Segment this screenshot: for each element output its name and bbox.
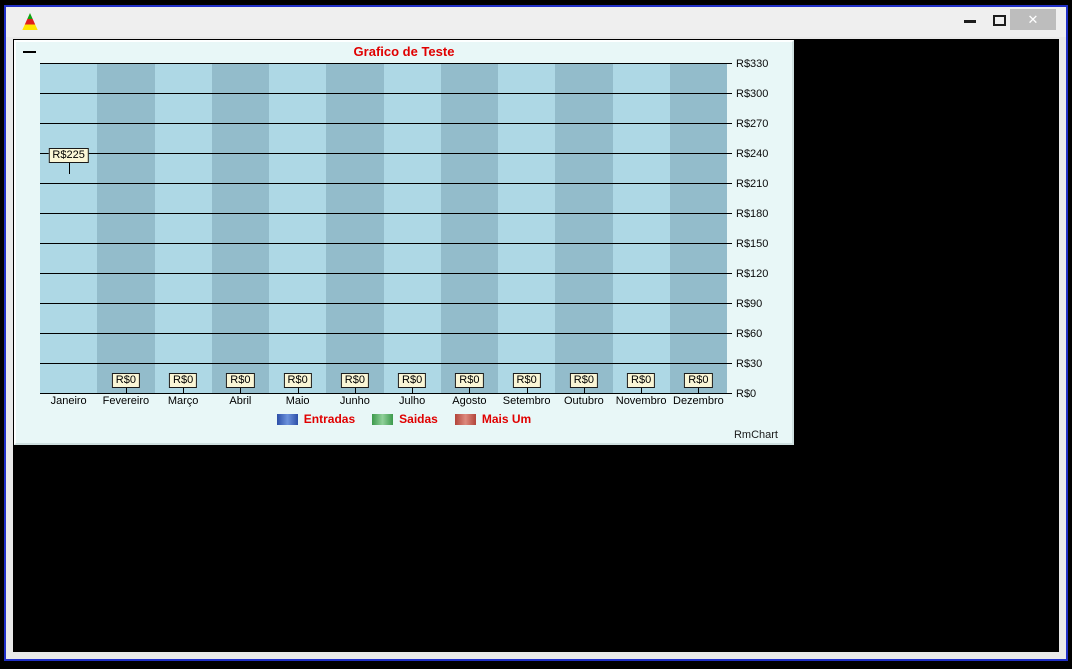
gridline	[40, 393, 732, 394]
value-label-stem	[583, 388, 585, 393]
value-label: R$0	[684, 373, 713, 388]
y-tick-label: R$0	[736, 387, 757, 400]
value-label-stem	[698, 388, 700, 393]
plot-column	[612, 63, 670, 393]
chart-legend: Entradas Saidas Mais Um	[16, 412, 792, 426]
y-tick-label: R$30	[736, 357, 763, 370]
y-tick-label: R$90	[736, 297, 763, 310]
app-window: ✕ Grafico de Teste R$330 R$300 R$270 R$240 R…	[4, 5, 1068, 661]
maximize-button[interactable]	[993, 15, 1006, 26]
value-label-stem	[354, 388, 356, 393]
value-label-stem	[68, 163, 70, 174]
chart-panel: Grafico de Teste R$330 R$300 R$270 R$240 R$2…	[14, 40, 794, 445]
month-label: Julho	[398, 395, 426, 407]
plot-column	[498, 63, 556, 393]
value-label-stem	[526, 388, 528, 393]
value-label: R$0	[340, 373, 369, 388]
gridline	[40, 63, 732, 64]
legend-swatch-icon	[276, 413, 298, 425]
gridline	[40, 273, 732, 274]
plot-column	[326, 63, 384, 393]
y-tick-label: R$210	[736, 177, 769, 190]
value-label-stem	[641, 388, 643, 393]
month-label: Novembro	[615, 395, 667, 407]
month-label: Dezembro	[673, 395, 724, 407]
month-label: Janeiro	[50, 395, 87, 407]
value-label: R$0	[169, 373, 198, 388]
value-label: R$0	[455, 373, 484, 388]
value-label: R$0	[226, 373, 255, 388]
legend-item: Entradas	[276, 412, 356, 426]
rmchart-triangle-icon	[22, 13, 38, 30]
month-label: Maio	[285, 395, 310, 407]
value-label: R$0	[569, 373, 598, 388]
gridline	[40, 363, 732, 364]
plot-column	[555, 63, 613, 393]
legend-label: Saidas	[399, 412, 438, 426]
title-bar[interactable]: ✕	[6, 7, 1066, 37]
gridline	[40, 93, 732, 94]
minimize-button[interactable]	[964, 20, 976, 23]
value-label-stem	[297, 388, 299, 393]
plot-column	[40, 63, 98, 393]
close-button[interactable]: ✕	[1010, 9, 1056, 30]
value-label: R$0	[627, 373, 656, 388]
plot-column	[669, 63, 727, 393]
month-label: Agosto	[452, 395, 487, 407]
client-area: Grafico de Teste R$330 R$300 R$270 R$240 R$2…	[13, 39, 1059, 652]
legend-swatch-icon	[454, 413, 476, 425]
value-label-stem	[240, 388, 242, 393]
watermark-label: RmChart	[733, 429, 778, 441]
value-label: R$0	[398, 373, 427, 388]
legend-label: Entradas	[303, 412, 356, 426]
y-tick-label: R$180	[736, 207, 769, 220]
month-label: Abril	[229, 395, 252, 407]
legend-label: Mais Um	[481, 412, 532, 426]
plot-column	[440, 63, 498, 393]
gridline	[40, 333, 732, 334]
y-tick-label: R$60	[736, 327, 763, 340]
value-label: R$0	[111, 373, 140, 388]
value-label: R$0	[283, 373, 312, 388]
value-label-stem	[469, 388, 471, 393]
chart-title: Grafico de Teste	[353, 44, 455, 59]
month-label: Setembro	[502, 395, 551, 407]
y-tick-label: R$240	[736, 147, 769, 160]
plot-column	[97, 63, 155, 393]
month-label: Outubro	[564, 395, 604, 407]
gridline	[40, 183, 732, 184]
legend-swatch-icon	[372, 413, 394, 425]
month-label: Junho	[339, 395, 370, 407]
value-label: R$0	[512, 373, 541, 388]
gridline	[40, 213, 732, 214]
legend-item: Mais Um	[454, 412, 532, 426]
plot-column	[269, 63, 327, 393]
y-tick-label: R$330	[736, 57, 769, 70]
y-tick-label: R$150	[736, 237, 769, 250]
plot-column	[383, 63, 441, 393]
gridline	[40, 123, 732, 124]
gridline	[40, 153, 732, 154]
legend-item: Saidas	[372, 412, 438, 426]
y-tick-label: R$270	[736, 117, 769, 130]
value-label: R$225	[48, 148, 89, 163]
plot-column	[211, 63, 269, 393]
gridline	[40, 303, 732, 304]
y-tick-label: R$120	[736, 267, 769, 280]
month-label: Fevereiro	[102, 395, 150, 407]
value-label-stem	[125, 388, 127, 393]
value-label-stem	[183, 388, 185, 393]
y-tick-label: R$300	[736, 87, 769, 100]
value-label-stem	[412, 388, 414, 393]
plot-column	[154, 63, 212, 393]
month-label: Março	[167, 395, 199, 407]
gridline	[40, 243, 732, 244]
